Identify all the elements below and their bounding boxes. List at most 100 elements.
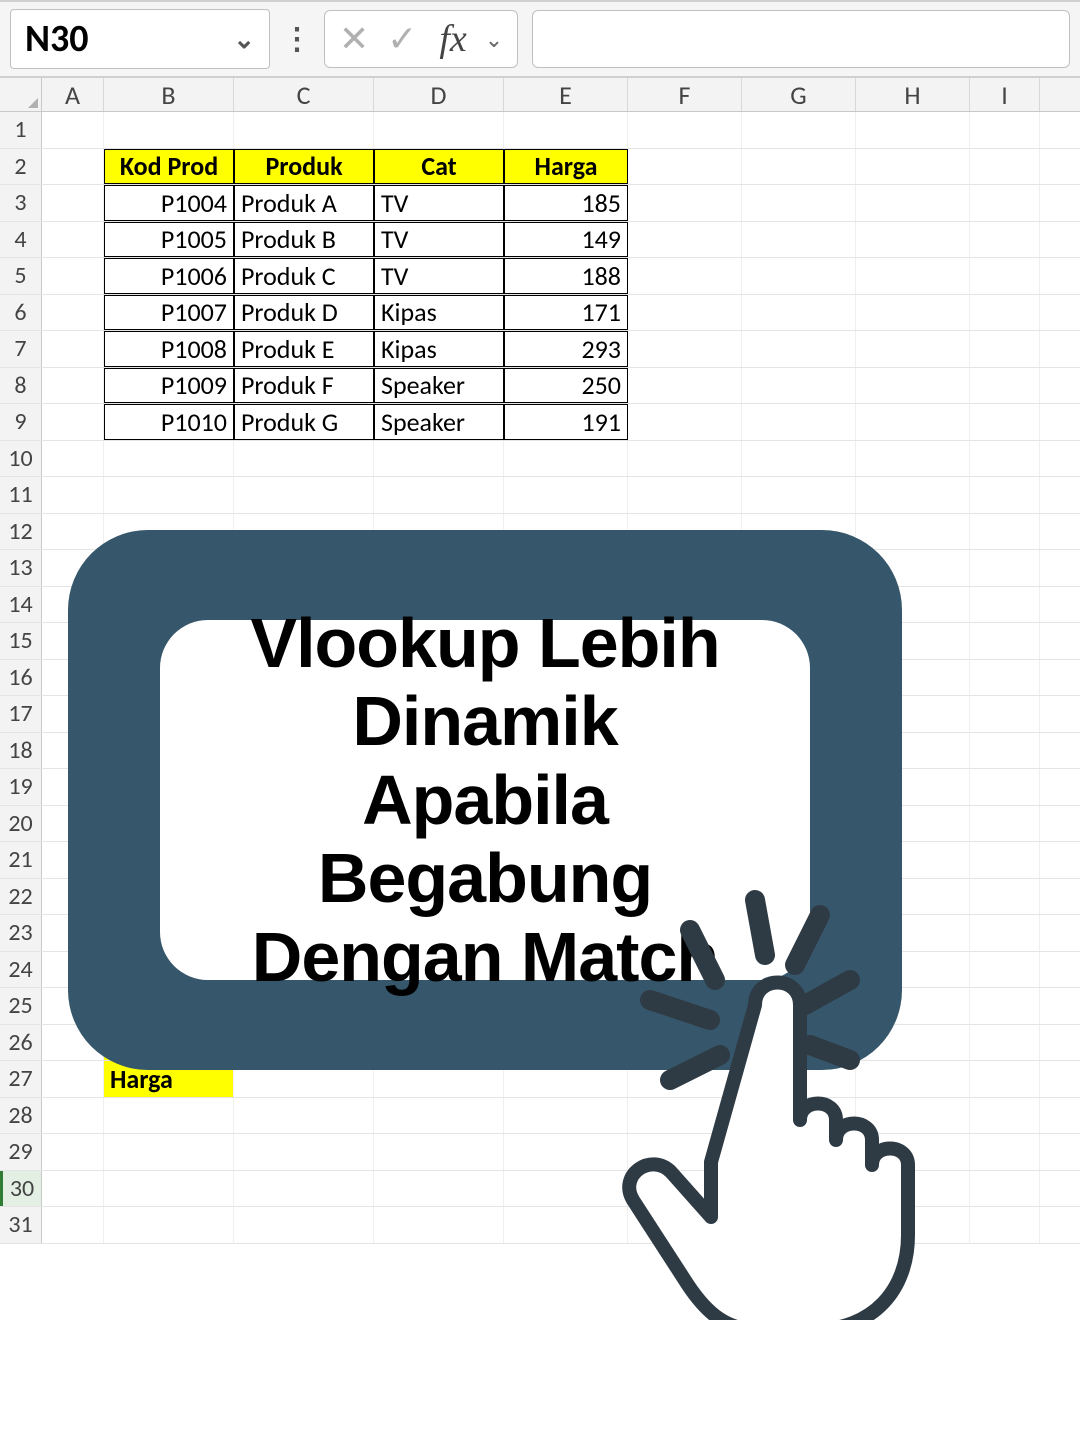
cell[interactable]: [742, 441, 856, 477]
cell[interactable]: [234, 441, 374, 477]
cell[interactable]: [970, 733, 1040, 769]
cell[interactable]: 250: [504, 368, 628, 404]
row-header[interactable]: 29: [0, 1134, 42, 1170]
row-header[interactable]: 24: [0, 952, 42, 988]
cell[interactable]: [970, 696, 1040, 732]
row-header[interactable]: 22: [0, 879, 42, 915]
cell[interactable]: [742, 477, 856, 513]
cell[interactable]: [970, 769, 1040, 805]
cell[interactable]: Produk F: [234, 368, 374, 404]
cell[interactable]: [970, 915, 1040, 951]
cell[interactable]: 293: [504, 331, 628, 367]
cell[interactable]: [104, 1171, 234, 1207]
row-header[interactable]: 5: [0, 258, 42, 294]
cell[interactable]: P1010: [104, 404, 234, 440]
col-header-E[interactable]: E: [504, 78, 628, 111]
cell[interactable]: [628, 404, 742, 440]
row-header[interactable]: 8: [0, 368, 42, 404]
row-header[interactable]: 19: [0, 769, 42, 805]
cell[interactable]: TV: [374, 185, 504, 221]
row-header[interactable]: 1: [0, 112, 42, 148]
fx-button[interactable]: fx: [439, 17, 466, 61]
cell[interactable]: [970, 514, 1040, 550]
cell[interactable]: Produk A: [234, 185, 374, 221]
col-header-F[interactable]: F: [628, 78, 742, 111]
col-header-H[interactable]: H: [856, 78, 970, 111]
cell[interactable]: [234, 1171, 374, 1207]
cell[interactable]: [856, 404, 970, 440]
cell[interactable]: Produk D: [234, 295, 374, 331]
cell[interactable]: P1008: [104, 331, 234, 367]
cell[interactable]: [504, 1207, 628, 1243]
cell[interactable]: [856, 222, 970, 258]
cell[interactable]: [42, 331, 104, 367]
cell[interactable]: [856, 258, 970, 294]
row-header[interactable]: 4: [0, 222, 42, 258]
cell[interactable]: [504, 112, 628, 148]
cell[interactable]: [42, 112, 104, 148]
row-header[interactable]: 2: [0, 149, 42, 185]
cell[interactable]: [856, 441, 970, 477]
row-header[interactable]: 13: [0, 550, 42, 586]
cell[interactable]: [970, 842, 1040, 878]
cell[interactable]: [970, 185, 1040, 221]
cell[interactable]: TV: [374, 258, 504, 294]
cell[interactable]: [42, 1207, 104, 1243]
col-header-C[interactable]: C: [234, 78, 374, 111]
cell[interactable]: Kipas: [374, 295, 504, 331]
cell[interactable]: [856, 149, 970, 185]
cell[interactable]: [504, 1134, 628, 1170]
cell[interactable]: [970, 477, 1040, 513]
cell[interactable]: [970, 295, 1040, 331]
cell[interactable]: [970, 623, 1040, 659]
cell[interactable]: 191: [504, 404, 628, 440]
row-header[interactable]: 20: [0, 806, 42, 842]
chevron-down-icon[interactable]: ⌄: [485, 26, 503, 53]
row-header[interactable]: 12: [0, 514, 42, 550]
cell[interactable]: [504, 1098, 628, 1134]
cell[interactable]: P1007: [104, 295, 234, 331]
cell[interactable]: Produk G: [234, 404, 374, 440]
cell[interactable]: [104, 112, 234, 148]
cell[interactable]: Speaker: [374, 404, 504, 440]
cell[interactable]: [970, 1134, 1040, 1170]
col-header-I[interactable]: I: [970, 78, 1040, 111]
row-header[interactable]: 17: [0, 696, 42, 732]
cell[interactable]: [234, 477, 374, 513]
row-header[interactable]: 16: [0, 660, 42, 696]
col-header-A[interactable]: A: [42, 78, 104, 111]
cell[interactable]: TV: [374, 222, 504, 258]
cell[interactable]: [374, 1171, 504, 1207]
cell[interactable]: [234, 1134, 374, 1170]
cell[interactable]: [742, 404, 856, 440]
cell[interactable]: [970, 222, 1040, 258]
cell[interactable]: [970, 112, 1040, 148]
row-header[interactable]: 9: [0, 404, 42, 440]
cell[interactable]: P1005: [104, 222, 234, 258]
cell[interactable]: Produk B: [234, 222, 374, 258]
cell[interactable]: [42, 295, 104, 331]
row-header[interactable]: 15: [0, 623, 42, 659]
table-header[interactable]: Harga: [504, 149, 628, 185]
cell[interactable]: [104, 1207, 234, 1243]
cell[interactable]: [628, 441, 742, 477]
select-all-corner[interactable]: [0, 78, 42, 111]
cell[interactable]: [628, 185, 742, 221]
cell[interactable]: [374, 477, 504, 513]
cell[interactable]: [742, 222, 856, 258]
cell[interactable]: [742, 258, 856, 294]
cell[interactable]: Produk C: [234, 258, 374, 294]
row-header[interactable]: 31: [0, 1207, 42, 1243]
cell[interactable]: 149: [504, 222, 628, 258]
row-header[interactable]: 14: [0, 587, 42, 623]
cell[interactable]: Kipas: [374, 331, 504, 367]
cell[interactable]: [42, 258, 104, 294]
cell[interactable]: [104, 441, 234, 477]
cell[interactable]: Speaker: [374, 368, 504, 404]
cell[interactable]: [970, 1171, 1040, 1207]
cell[interactable]: [970, 660, 1040, 696]
row-header[interactable]: 23: [0, 915, 42, 951]
row-header[interactable]: 10: [0, 441, 42, 477]
cell[interactable]: [42, 1171, 104, 1207]
cell[interactable]: [628, 149, 742, 185]
